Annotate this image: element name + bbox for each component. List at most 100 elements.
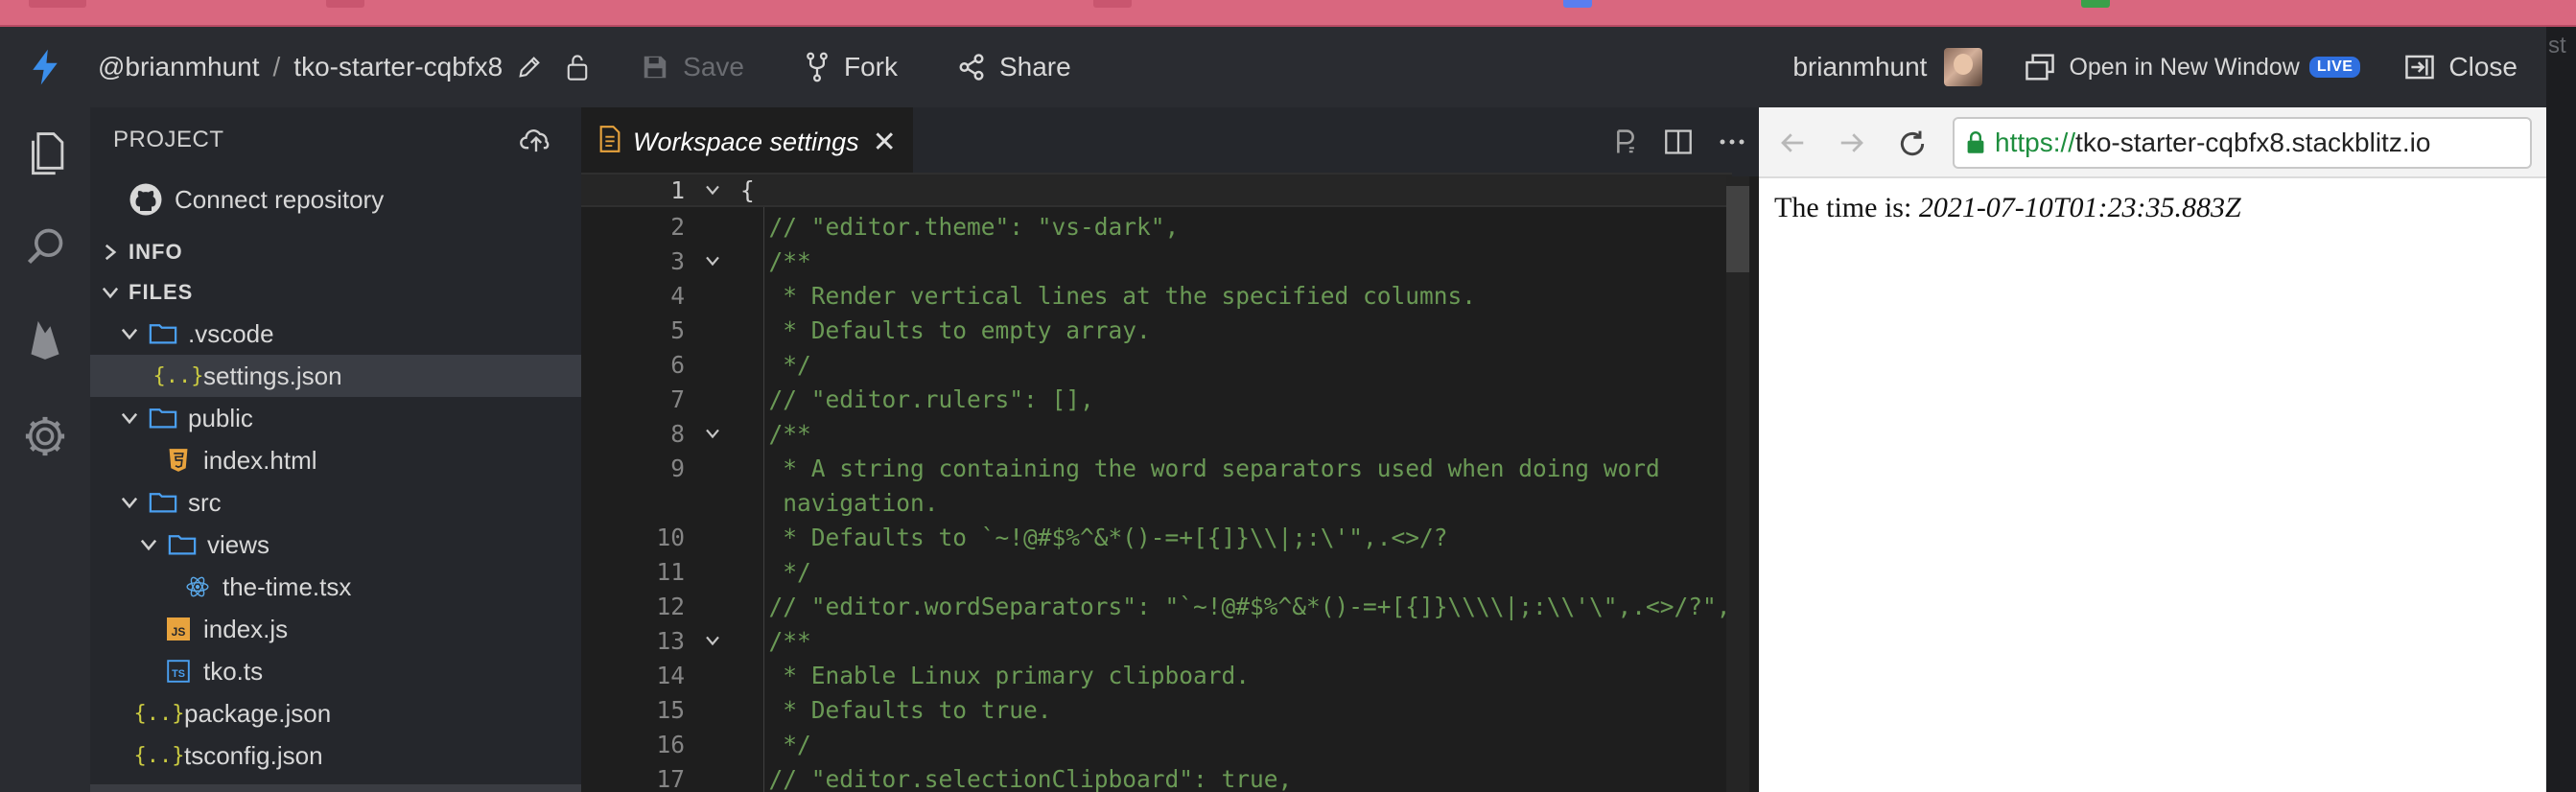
- code-line[interactable]: 12 // "editor.wordSeparators": "`~!@#$%^…: [581, 589, 1732, 623]
- connect-repository-button[interactable]: Connect repository: [90, 173, 581, 226]
- chevron-down-icon: [117, 495, 142, 510]
- tree-file-settings-json[interactable]: {..} settings.json: [90, 355, 581, 397]
- more-actions-icon[interactable]: [1719, 138, 1745, 146]
- code-line[interactable]: 8 /**: [581, 416, 1732, 451]
- editor-actions: [1586, 107, 1745, 176]
- code-line[interactable]: 11 */: [581, 554, 1732, 589]
- unlock-icon[interactable]: [564, 53, 591, 82]
- chevron-down-icon: [98, 285, 123, 300]
- share-button[interactable]: Share: [957, 52, 1071, 82]
- firebase-icon[interactable]: [21, 314, 69, 362]
- code-line[interactable]: 10 * Defaults to `~!@#$%^&*()-=+[{]}\\|;…: [581, 520, 1732, 554]
- avatar[interactable]: [1944, 48, 1983, 86]
- url-scheme: https://: [1995, 128, 2076, 157]
- svg-text:JS: JS: [172, 625, 186, 639]
- code-line[interactable]: 13 /**: [581, 623, 1732, 658]
- code-line[interactable]: 14 * Enable Linux primary clipboard.: [581, 658, 1732, 692]
- live-badge: LIVE: [2308, 57, 2361, 78]
- tree-folder-views[interactable]: views: [90, 524, 581, 566]
- close-preview-button[interactable]: Close: [2404, 52, 2517, 82]
- editor-scrollbar[interactable]: [1726, 176, 1749, 792]
- chevron-down-icon: [117, 410, 142, 426]
- code-line[interactable]: 9 * A string containing the word separat…: [581, 451, 1732, 485]
- react-icon: [182, 574, 213, 599]
- tree-file-the-time-tsx[interactable]: the-time.tsx: [90, 566, 581, 608]
- fork-button[interactable]: Fork: [804, 52, 898, 82]
- forward-arrow-icon[interactable]: [1838, 128, 1866, 162]
- tree-file-index-js[interactable]: JS index.js: [90, 608, 581, 650]
- code-line-wrapped[interactable]: navigation.: [581, 485, 1732, 520]
- tab-workspace-settings[interactable]: Workspace settings ✕: [581, 107, 913, 176]
- time-value: 2021-07-10T01:23:35.883Z: [1918, 192, 2241, 223]
- reload-icon[interactable]: [1897, 128, 1928, 164]
- browser-tab-strip: [0, 0, 2576, 27]
- time-label: The time is:: [1774, 192, 1912, 223]
- fold-chevron-icon[interactable]: [685, 635, 740, 646]
- tree-file-package-json[interactable]: {..} package.json: [90, 692, 581, 734]
- code-line[interactable]: 7 // "editor.rulers": [],: [581, 382, 1732, 416]
- code-editor: Workspace settings ✕ 1 { 2 // "editor.th…: [581, 107, 1759, 792]
- tab-ghost: [29, 0, 86, 8]
- info-section-header[interactable]: INFO: [90, 232, 581, 272]
- code-line[interactable]: 16 */: [581, 727, 1732, 761]
- fork-icon: [807, 52, 828, 82]
- fold-chevron-icon[interactable]: [685, 255, 740, 267]
- code-line[interactable]: 3 /**: [581, 244, 1732, 278]
- tab-ghost: [2081, 0, 2110, 8]
- preview-toolbar: https://tko-starter-cqbfx8.stackblitz.io: [1759, 107, 2546, 178]
- tab-ghost: [326, 0, 364, 8]
- fold-chevron-icon[interactable]: [685, 184, 740, 196]
- tree-folder-src[interactable]: src: [90, 481, 581, 524]
- project-name[interactable]: tko-starter-cqbfx8: [293, 52, 503, 82]
- svg-text:TS: TS: [172, 668, 185, 680]
- username[interactable]: brianmhunt: [1792, 52, 1927, 82]
- code-line[interactable]: 17 // "editor.selectionClipboard": true,: [581, 761, 1732, 792]
- files-section-header[interactable]: FILES: [90, 272, 581, 313]
- back-arrow-icon[interactable]: [1778, 128, 1807, 162]
- save-button[interactable]: Save: [641, 52, 744, 82]
- search-icon[interactable]: [21, 222, 69, 270]
- scrollbar-thumb[interactable]: [1726, 186, 1749, 272]
- code-line[interactable]: 2 // "editor.theme": "vs-dark",: [581, 209, 1732, 244]
- project-owner[interactable]: @brianmhunt: [98, 52, 260, 82]
- external-window-icon: [2026, 54, 2055, 81]
- top-header: @brianmhunt / tko-starter-cqbfx8 Save Fo…: [0, 27, 2546, 107]
- prettier-icon[interactable]: [1613, 128, 1638, 155]
- code-line[interactable]: 1 {: [581, 173, 1732, 207]
- fold-chevron-icon[interactable]: [685, 428, 740, 439]
- code-line[interactable]: 15 * Defaults to true.: [581, 692, 1732, 727]
- folder-icon: [148, 407, 178, 430]
- sidebar-scrollbar[interactable]: [90, 784, 581, 792]
- html5-icon: [163, 448, 194, 473]
- tree-folder-vscode[interactable]: .vscode: [90, 313, 581, 355]
- project-header: PROJECT: [90, 107, 581, 173]
- right-edge-strip: st: [2546, 27, 2576, 792]
- folder-icon: [167, 533, 198, 556]
- edit-pencil-icon[interactable]: [516, 54, 543, 81]
- code-line[interactable]: 4 * Render vertical lines at the specifi…: [581, 278, 1732, 313]
- code-line[interactable]: 6 */: [581, 347, 1732, 382]
- settings-file-icon: [598, 125, 621, 159]
- preview-url-bar[interactable]: https://tko-starter-cqbfx8.stackblitz.io: [1953, 117, 2532, 169]
- tree-file-tko-ts[interactable]: TS tko.ts: [90, 650, 581, 692]
- files-icon[interactable]: [21, 130, 69, 178]
- tree-file-index-html[interactable]: index.html: [90, 439, 581, 481]
- split-editor-icon[interactable]: [1665, 129, 1692, 154]
- json-file-icon: {..}: [152, 363, 204, 388]
- open-new-window-button[interactable]: Open in New Window LIVE: [2025, 53, 2361, 82]
- ts-file-icon: TS: [163, 660, 194, 683]
- tree-file-tsconfig-json[interactable]: {..} tsconfig.json: [90, 734, 581, 777]
- tab-ghost: [1093, 0, 1132, 8]
- code-line[interactable]: 5 * Defaults to empty array.: [581, 313, 1732, 347]
- close-panel-icon: [2405, 55, 2435, 80]
- tree-folder-public[interactable]: public: [90, 397, 581, 439]
- gear-icon[interactable]: [21, 412, 69, 460]
- cloud-upload-icon[interactable]: [520, 125, 552, 160]
- stackblitz-logo-icon[interactable]: [0, 48, 90, 86]
- folder-icon: [148, 491, 178, 514]
- share-icon: [959, 54, 984, 81]
- close-tab-icon[interactable]: ✕: [873, 126, 897, 159]
- chevron-right-icon: [98, 243, 123, 262]
- code-area[interactable]: 1 { 2 // "editor.theme": "vs-dark", 3 /*…: [581, 173, 1759, 792]
- folder-icon: [148, 322, 178, 345]
